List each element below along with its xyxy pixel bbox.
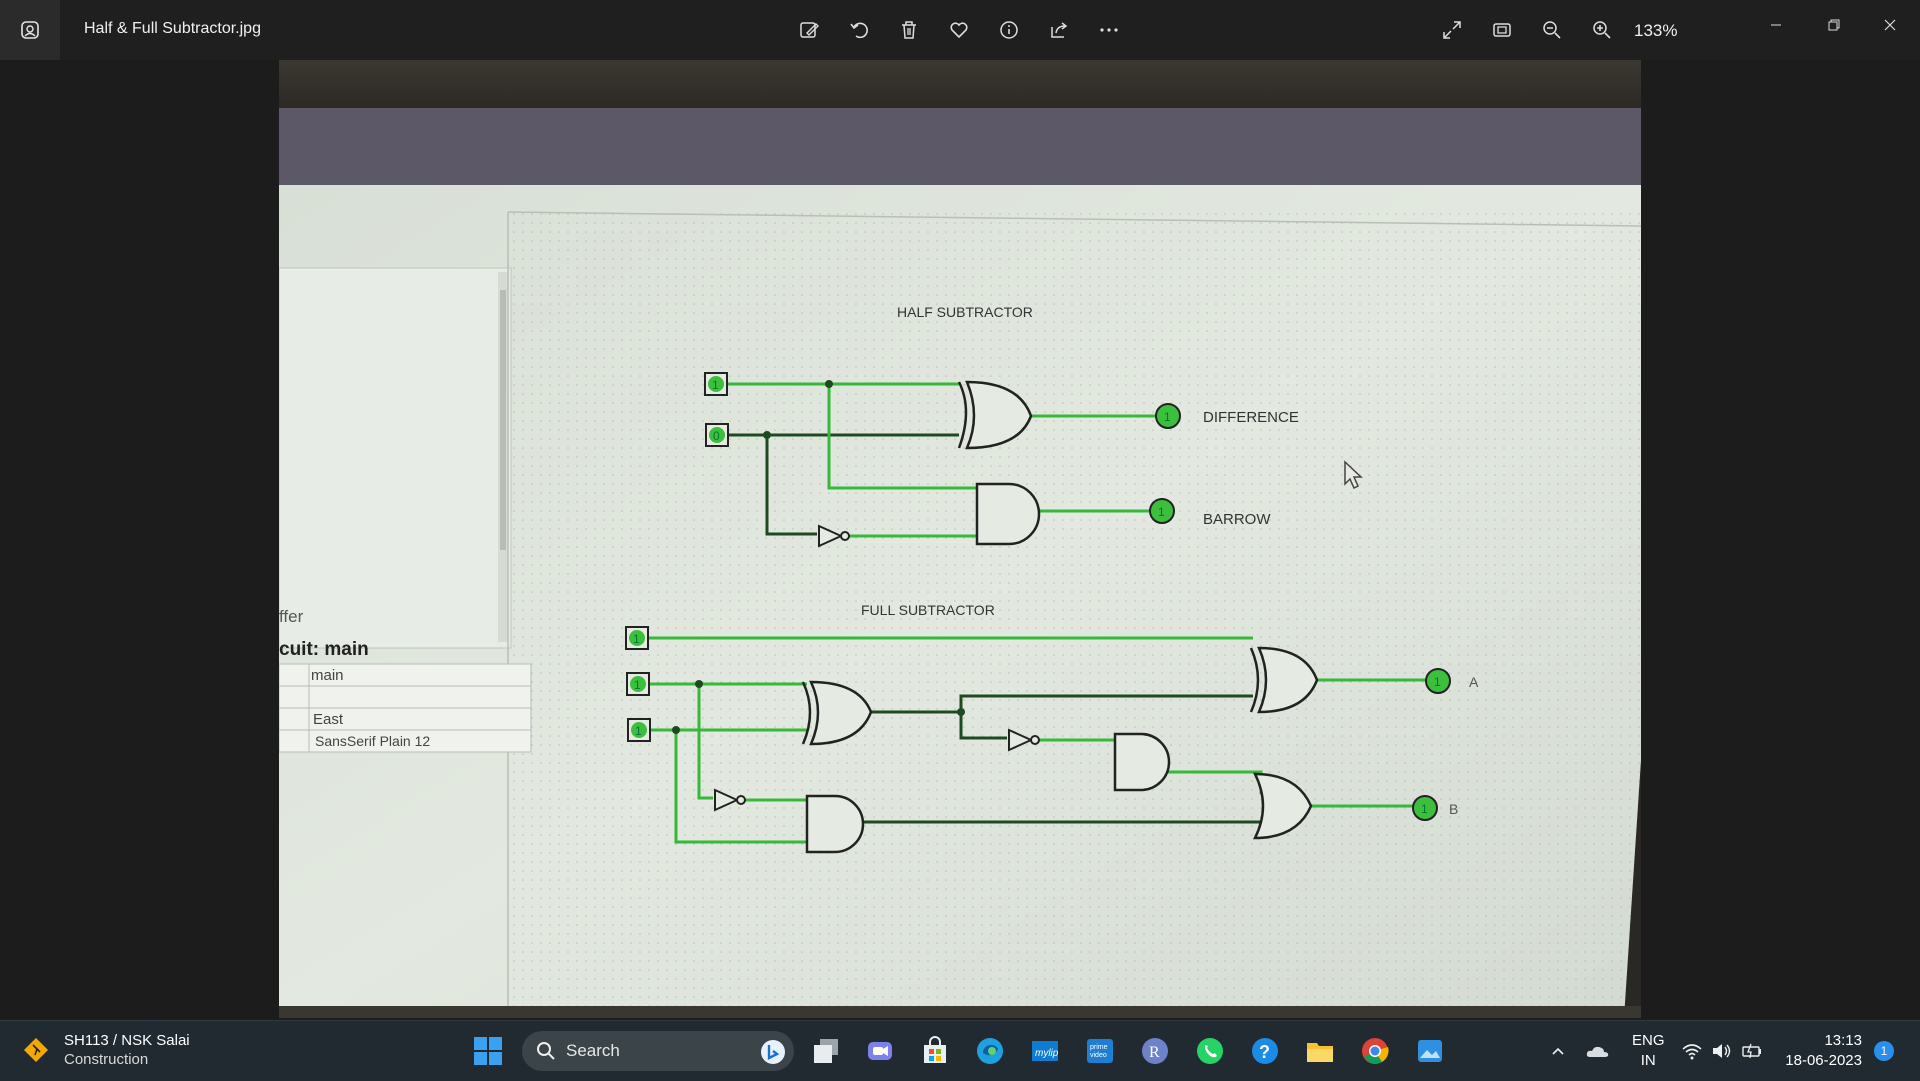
- mylip-icon[interactable]: mylip: [1027, 1033, 1063, 1069]
- title-bar: Half & Full Subtractor.jpg 133%: [0, 0, 1920, 60]
- zoom-level[interactable]: 133%: [1634, 21, 1677, 41]
- start-icon[interactable]: [470, 1033, 506, 1069]
- circuit-photo: ffer cuit: main main East SansSerif Plai…: [279, 60, 1641, 1018]
- info-icon[interactable]: [995, 16, 1023, 44]
- svg-text:1: 1: [712, 378, 719, 392]
- svg-text:1: 1: [635, 724, 642, 738]
- notification-badge[interactable]: 1: [1874, 1041, 1894, 1061]
- image-viewport[interactable]: ffer cuit: main main East SansSerif Plai…: [0, 60, 1920, 1020]
- favorite-icon[interactable]: [945, 16, 973, 44]
- chrome-icon[interactable]: [1357, 1033, 1393, 1069]
- traffic-alert-icon: [24, 1038, 48, 1062]
- search-input[interactable]: Search: [522, 1031, 794, 1071]
- zoom-out-icon[interactable]: [1538, 16, 1566, 44]
- svg-text:?: ?: [1259, 1042, 1270, 1062]
- attr-row-3: SansSerif Plain 12: [315, 733, 430, 749]
- svg-text:R: R: [1149, 1044, 1160, 1061]
- edge-icon[interactable]: [972, 1033, 1008, 1069]
- language-indicator[interactable]: ENG IN: [1632, 1031, 1665, 1071]
- svg-text:mylip: mylip: [1035, 1048, 1059, 1059]
- edit-icon[interactable]: [795, 16, 823, 44]
- rotate-icon[interactable]: [845, 16, 873, 44]
- output-b-led: 1: [1412, 795, 1438, 821]
- barrow-label: BARROW: [1203, 511, 1271, 528]
- prime-video-icon[interactable]: prime video: [1082, 1033, 1118, 1069]
- circuit-label: cuit: main: [279, 639, 369, 660]
- weather-title: SH113 / NSK Salai: [64, 1032, 190, 1049]
- output-a-led: 1: [1425, 668, 1451, 694]
- share-icon[interactable]: [1045, 16, 1073, 44]
- language-code: ENG: [1632, 1032, 1665, 1049]
- teams-chat-icon[interactable]: [862, 1033, 898, 1069]
- minimize-icon[interactable]: [1756, 10, 1796, 40]
- whatsapp-icon[interactable]: [1192, 1033, 1228, 1069]
- delete-icon[interactable]: [895, 16, 923, 44]
- half-input-b[interactable]: 0: [705, 423, 729, 447]
- barrow-output-led: 1: [1149, 498, 1175, 524]
- svg-text:video: video: [1090, 1052, 1107, 1059]
- full-input-b[interactable]: 1: [626, 672, 650, 696]
- language-region: IN: [1640, 1052, 1656, 1069]
- attribute-table: main East SansSerif Plain 12: [279, 663, 532, 753]
- svg-text:1: 1: [1158, 505, 1165, 519]
- full-subtractor-title: FULL SUBTRACTOR: [861, 602, 995, 618]
- half-input-a[interactable]: 1: [704, 372, 728, 396]
- clock-time: 13:13: [1824, 1032, 1862, 1049]
- output-b-label: B: [1449, 801, 1458, 817]
- circuit-canvas: [508, 212, 1641, 1018]
- full-input-a[interactable]: 1: [625, 626, 649, 650]
- weather-subtitle: Construction: [64, 1051, 149, 1068]
- svg-text:1: 1: [633, 632, 640, 646]
- full-input-c[interactable]: 1: [627, 718, 651, 742]
- chevron-up-icon[interactable]: [1540, 1033, 1576, 1069]
- svg-text:1: 1: [634, 678, 641, 692]
- svg-text:0: 0: [713, 429, 720, 443]
- task-view-icon[interactable]: [808, 1033, 844, 1069]
- bing-icon: [761, 1040, 785, 1064]
- more-icon[interactable]: [1095, 16, 1123, 44]
- output-a-label: A: [1469, 674, 1479, 690]
- clock-date: 18-06-2023: [1785, 1052, 1862, 1069]
- photos-app-icon[interactable]: [0, 0, 60, 60]
- panel-scroll-thumb: [500, 290, 506, 550]
- svg-text:1: 1: [1164, 410, 1171, 424]
- fit-icon[interactable]: [1488, 16, 1516, 44]
- fullscreen-icon[interactable]: [1438, 16, 1466, 44]
- battery-icon[interactable]: [1734, 1033, 1770, 1069]
- help-icon[interactable]: ?: [1247, 1033, 1283, 1069]
- search-placeholder: Search: [566, 1041, 620, 1060]
- difference-output-led: 1: [1155, 403, 1181, 429]
- attr-row-2: East: [313, 711, 344, 728]
- explorer-panel: [279, 267, 512, 649]
- onedrive-icon[interactable]: [1580, 1033, 1616, 1069]
- file-title: Half & Full Subtractor.jpg: [84, 20, 261, 37]
- app-toolbar-blur: [279, 108, 1641, 188]
- weather-widget[interactable]: SH113 / NSK Salai Construction: [22, 1031, 190, 1069]
- restore-icon[interactable]: [1814, 10, 1854, 40]
- difference-label: DIFFERENCE: [1203, 409, 1299, 426]
- clock[interactable]: 13:13 18-06-2023: [1782, 1031, 1862, 1071]
- zoom-in-icon[interactable]: [1588, 16, 1616, 44]
- store-icon[interactable]: [917, 1033, 953, 1069]
- svg-text:1: 1: [1421, 802, 1428, 816]
- attr-row-0: main: [311, 667, 344, 684]
- photos-taskbar-icon[interactable]: [1412, 1033, 1448, 1069]
- r-app-icon[interactable]: R: [1137, 1033, 1173, 1069]
- half-subtractor-title: HALF SUBTRACTOR: [897, 304, 1033, 320]
- search-icon: [537, 1042, 555, 1060]
- panel-fragment-text: ffer: [279, 607, 304, 626]
- svg-text:prime: prime: [1090, 1044, 1108, 1051]
- svg-text:1: 1: [1434, 675, 1441, 689]
- close-icon[interactable]: [1870, 10, 1910, 40]
- file-explorer-icon[interactable]: [1302, 1033, 1338, 1069]
- taskbar: SH113 / NSK Salai Construction Search my…: [0, 1020, 1920, 1081]
